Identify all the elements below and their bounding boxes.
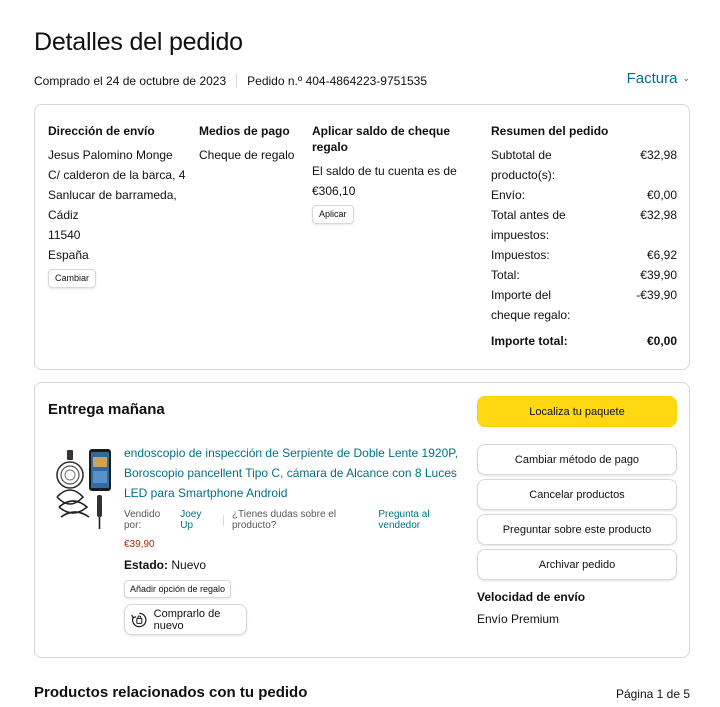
grand-total-value: €0,00	[646, 334, 677, 348]
summary-row: Total: €39,90	[491, 265, 677, 285]
divider	[236, 74, 238, 88]
summary-value: €32,98	[640, 148, 677, 162]
summary-label: Subtotal de producto(s):	[491, 148, 556, 182]
payment-method: Cheque de regalo	[199, 148, 295, 162]
summary-row: Total antes de impuestos: €32,98	[491, 205, 677, 245]
shipping-title: Dirección de envío	[48, 124, 155, 138]
delivery-title: Entrega mañana	[48, 401, 165, 418]
change-payment-button[interactable]: Cambiar método de pago	[477, 444, 677, 475]
summary-label: Total:	[491, 268, 520, 282]
archive-order-button[interactable]: Archivar pedido	[477, 549, 677, 580]
summary-title: Resumen del pedido	[491, 124, 609, 138]
gift-balance-text: El saldo de tu cuenta es de €306,10	[312, 164, 457, 198]
shipping-postal: 11540	[48, 228, 81, 242]
order-summary-card: Dirección de envío Jesus Palomino Monge …	[34, 104, 690, 370]
track-package-button[interactable]: Localiza tu paquete	[477, 396, 677, 427]
shipping-name: Jesus Palomino Monge	[48, 148, 173, 162]
product-info: endoscopio de inspección de Serpiente de…	[124, 443, 469, 635]
purchase-date: Comprado el 24 de octubre de 2023	[34, 74, 227, 88]
order-meta: Comprado el 24 de octubre de 2023 Pedido…	[34, 74, 427, 88]
buy-again-label: Comprarlo de nuevo	[153, 607, 221, 632]
chevron-down-icon: ⌄	[682, 73, 690, 83]
grand-total-label: Importe total:	[491, 334, 568, 348]
shipping-city: Sanlucar de barrameda, Cádiz	[48, 188, 177, 222]
shipping-country: España	[48, 248, 89, 262]
add-gift-option-button[interactable]: Añadir opción de regalo	[124, 580, 232, 598]
invoice-dropdown[interactable]: Factura ⌄	[627, 70, 690, 87]
summary-value: €6,92	[646, 248, 677, 262]
buy-again-icon	[131, 612, 147, 627]
shipping-address-section: Dirección de envío Jesus Palomino Monge …	[48, 123, 193, 288]
summary-row: Envío: €0,00	[491, 185, 677, 205]
order-totals-section: Resumen del pedido Subtotal de producto(…	[491, 123, 677, 351]
summary-label: Importe del cheque regalo:	[491, 288, 571, 322]
shipping-speed-title: Velocidad de envío	[477, 590, 586, 604]
ask-seller-link[interactable]: Pregunta al vendedor	[378, 509, 469, 531]
product-price: €39,90	[124, 539, 155, 550]
summary-value: €32,98	[640, 208, 677, 222]
condition-label: Estado:	[124, 558, 169, 572]
change-address-button[interactable]: Cambiar	[48, 269, 97, 288]
seller-row: Vendido por: Joey Up ¿Tienes dudas sobre…	[124, 509, 469, 531]
summary-label: Impuestos:	[491, 248, 550, 262]
summary-value: €39,90	[640, 268, 677, 282]
related-products-title: Productos relacionados con tu pedido	[34, 684, 308, 701]
payment-section: Medios de pago Cheque de regalo	[199, 123, 299, 165]
sold-by-label: Vendido por:	[124, 509, 161, 531]
ask-product-button[interactable]: Preguntar sobre este producto	[477, 514, 677, 545]
order-actions: Localiza tu paquete Cambiar método de pa…	[477, 396, 677, 626]
pagination-indicator: Página 1 de 5	[615, 687, 690, 701]
product-title-link[interactable]: endoscopio de inspección de Serpiente de…	[124, 443, 469, 503]
condition-value: Nuevo	[171, 558, 207, 572]
invoice-label: Factura	[626, 70, 678, 87]
summary-label: Envío:	[491, 188, 526, 202]
buy-again-button[interactable]: Comprarlo de nuevo	[124, 604, 247, 635]
order-number: Pedido n.º 404-4864223-9751535	[247, 74, 428, 88]
product-condition: Estado: Nuevo	[124, 558, 469, 572]
delivery-card: Entrega mañana endoscopio de inspección …	[34, 382, 690, 658]
divider	[222, 514, 224, 526]
page-title: Detalles del pedido	[34, 28, 243, 56]
seller-link[interactable]: Joey Up	[180, 509, 215, 531]
summary-row: Impuestos: €6,92	[491, 245, 677, 265]
summary-value: -€39,90	[636, 288, 677, 302]
shipping-speed-value: Envío Premium	[477, 612, 560, 626]
product-image[interactable]	[53, 445, 115, 531]
summary-row: Subtotal de producto(s): €32,98	[491, 145, 677, 185]
shipping-street: C/ calderon de la barca, 4	[48, 168, 186, 182]
summary-row: Importe del cheque regalo: -€39,90	[491, 285, 677, 325]
summary-label: Total antes de impuestos:	[491, 208, 566, 242]
question-text: ¿Tienes dudas sobre el producto?	[231, 509, 337, 531]
gift-balance-section: Aplicar saldo de cheque regalo El saldo …	[312, 123, 482, 224]
summary-value: €0,00	[646, 188, 677, 202]
gift-balance-title: Aplicar saldo de cheque regalo	[312, 124, 451, 154]
grand-total-row: Importe total: €0,00	[491, 331, 677, 351]
payment-title: Medios de pago	[199, 124, 290, 138]
cancel-items-button[interactable]: Cancelar productos	[477, 479, 677, 510]
apply-balance-button[interactable]: Aplicar	[312, 205, 354, 224]
